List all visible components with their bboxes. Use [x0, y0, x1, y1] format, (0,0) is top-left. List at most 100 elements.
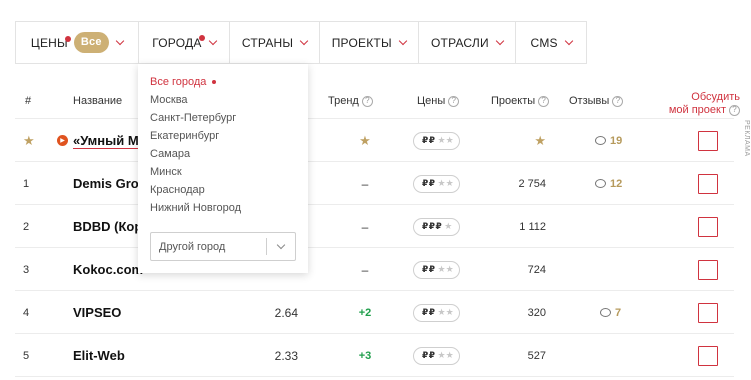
star-icon: ★ [534, 132, 546, 148]
help-icon[interactable]: ? [361, 95, 373, 107]
price-cell: ₽₽ ★★ [413, 334, 460, 377]
table-row[interactable]: 2 BDBD (Кор – ₽₽₽ ★ 1 112 [0, 205, 751, 248]
table-row[interactable]: 4 VIPSEO 2.64 +2 ₽₽ ★★ 320 7 [0, 291, 751, 334]
filter-cities-label: Города [152, 35, 202, 50]
reviews-cell[interactable]: 19 [595, 119, 622, 162]
filter-prices[interactable]: Цены Все [16, 22, 139, 63]
filter-countries[interactable]: Страны [230, 22, 320, 63]
price-cell: ₽₽₽ ★ [413, 205, 460, 248]
table-row[interactable]: 1 Demis Grou – ₽₽ ★★ 2 754 12 [0, 162, 751, 205]
rank-cell: 4 [23, 306, 30, 319]
rank-cell: 3 [23, 263, 30, 276]
table-row[interactable]: ★ ▶ «Умный Ма ★ ₽₽ ★★ ★ 19 [0, 119, 751, 162]
company-name[interactable]: BDBD (Кор [73, 205, 142, 248]
discuss-checkbox[interactable] [698, 291, 718, 334]
company-name-text: «Умный Ма [73, 132, 147, 149]
checkbox-box [698, 173, 718, 194]
city-option-spb[interactable]: Санкт-Петербург [150, 109, 296, 127]
price-filled: ₽₽₽ [422, 221, 443, 231]
table-row[interactable]: 5 Elit-Web 2.33 +3 ₽₽ ★★ 527 [0, 334, 751, 377]
price-filled: ₽₽ [422, 307, 436, 317]
price-cell: ₽₽ ★★ [413, 162, 460, 205]
col-prices-header[interactable]: Цены ? [417, 95, 460, 107]
reviews-cell[interactable]: 12 [595, 162, 622, 205]
comment-icon [595, 136, 606, 145]
company-name[interactable]: VIPSEO [73, 291, 121, 334]
col-name-header[interactable]: Название [73, 95, 122, 107]
price-level-pill: ₽₽ ★★ [413, 303, 460, 322]
col-trend-label: Тренд [328, 95, 359, 107]
chevron-down-icon [299, 36, 309, 45]
reviews-cell[interactable]: 7 [600, 291, 621, 334]
company-name[interactable]: Kokoc.com [73, 248, 143, 291]
other-city-placeholder: Другой город [159, 240, 226, 253]
discuss-line2: мой проект [668, 104, 726, 116]
chevron-down-icon [495, 36, 505, 45]
company-name[interactable]: Elit-Web [73, 334, 125, 377]
filter-industries[interactable]: Отрасли [419, 22, 517, 63]
city-option-nnovgorod[interactable]: Нижний Новгород [150, 199, 296, 217]
discuss-checkbox[interactable] [698, 162, 718, 205]
price-cell: ₽₽ ★★ [413, 119, 460, 162]
trend-cell: – [361, 219, 369, 234]
col-prices-label: Цены [417, 95, 446, 107]
price-dim: ★★ [437, 307, 454, 317]
price-dim: ★★ [437, 135, 454, 145]
discuss-checkbox[interactable] [698, 248, 718, 291]
price-filled: ₽₽ [422, 178, 436, 188]
company-name[interactable]: ▶ «Умный Ма [57, 119, 147, 162]
filter-bar: Цены Все Города Страны Проекты Отрасли C… [15, 21, 587, 64]
filter-countries-label: Страны [241, 35, 294, 50]
other-city-select[interactable]: Другой город [150, 232, 296, 261]
chevron-down-icon [267, 240, 295, 250]
company-name[interactable]: Demis Grou [73, 162, 147, 205]
price-level-pill: ₽₽ ★★ [413, 346, 460, 365]
col-discuss-header[interactable]: Обсудить мой проект? [640, 91, 740, 117]
filter-prices-badge: Все [73, 32, 109, 53]
col-reviews-header[interactable]: Отзывы ? [569, 95, 624, 107]
promo-badge-icon: ▶ [57, 135, 68, 146]
table-row[interactable]: 3 Kokoc.com – ₽₽ ★★ 724 [0, 248, 751, 291]
filter-cities[interactable]: Города [139, 22, 231, 63]
comment-icon [595, 179, 606, 188]
price-filled: ₽₽ [422, 135, 436, 145]
rank-cell: 5 [23, 349, 30, 362]
discuss-checkbox[interactable] [698, 334, 718, 377]
city-option-krasnodar[interactable]: Краснодар [150, 181, 296, 199]
city-option-all[interactable]: Все города [150, 73, 296, 91]
filter-prices-label: Цены [30, 35, 68, 50]
reviews-count: 7 [615, 306, 622, 319]
help-icon[interactable]: ? [612, 95, 624, 107]
col-trend-header[interactable]: Тренд ? [328, 95, 373, 107]
filter-projects[interactable]: Проекты [320, 22, 419, 63]
projects-cell: 320 [527, 306, 546, 319]
city-option-minsk[interactable]: Минск [150, 163, 296, 181]
filter-active-dot [198, 35, 205, 41]
discuss-checkbox[interactable] [698, 119, 718, 162]
trend-cell: – [361, 176, 369, 191]
col-reviews-label: Отзывы [569, 95, 610, 107]
chevron-down-icon [398, 36, 408, 45]
checkbox-box [698, 345, 718, 366]
price-level-pill: ₽₽ ★★ [413, 260, 460, 279]
projects-cell: 724 [527, 263, 546, 276]
col-projects-header[interactable]: Проекты ? [491, 95, 550, 107]
col-projects-label: Проекты [491, 95, 536, 107]
city-option-ekb[interactable]: Екатеринбург [150, 127, 296, 145]
city-option-moscow[interactable]: Москва [150, 91, 296, 109]
price-level-pill: ₽₽₽ ★ [413, 217, 460, 236]
trend-cell: – [361, 262, 369, 277]
chevron-down-icon [564, 36, 573, 45]
help-icon[interactable]: ? [448, 95, 460, 107]
rank-cell: ★ [23, 119, 35, 162]
help-icon[interactable]: ? [729, 104, 740, 116]
col-rank-header: # [25, 95, 32, 107]
comment-icon [600, 308, 611, 317]
discuss-checkbox[interactable] [698, 205, 718, 248]
price-dim: ★★ [437, 178, 454, 188]
filter-cms[interactable]: CMS [516, 22, 586, 63]
city-option-samara[interactable]: Самара [150, 145, 296, 163]
discuss-line1: Обсудить [691, 91, 740, 103]
help-icon[interactable]: ? [538, 95, 550, 107]
price-cell: ₽₽ ★★ [413, 291, 460, 334]
